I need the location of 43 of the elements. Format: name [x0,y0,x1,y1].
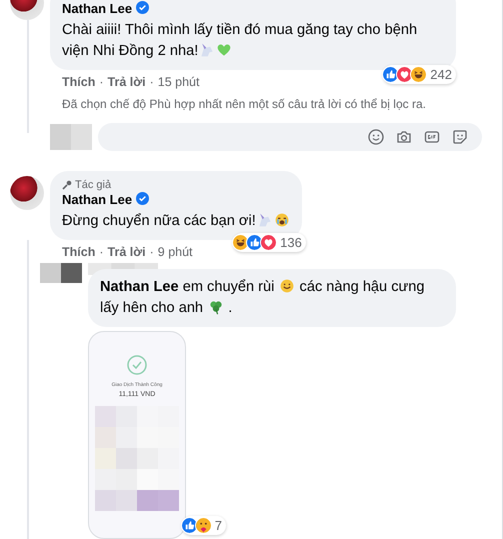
separator-dot: · [99,245,104,259]
comment-action-link[interactable]: Trả lời [108,245,146,259]
reaction-count[interactable]: 242 [383,65,456,84]
filter-notice: Đã chọn chế độ Phù hợp nhất nên một số câu trả lời có thể bị lọc ra. [61,97,426,111]
reply-input-field[interactable] [98,123,482,151]
check-circle-icon [126,354,148,376]
reaction-count[interactable]: 136 [233,233,306,252]
smiling-face-emoji-icon [279,278,296,294]
avatar[interactable] [10,176,44,210]
smiley-icon[interactable] [368,129,384,145]
clover-emoji-icon [208,299,224,315]
gif-icon[interactable] [424,129,440,145]
mention-link[interactable]: Nathan Lee [100,279,179,295]
separator-dot: · [150,245,154,259]
comment-text: Đừng chuyển nữa các bạn ơi! [62,211,290,232]
separator-dot: · [99,75,104,89]
laughing-reaction-icon [410,66,428,83]
like-reaction-icon [180,517,198,534]
author-badge-label: Tác giả [75,179,112,191]
camera-icon[interactable] [396,129,412,145]
unicorn-emoji-icon [256,212,273,228]
comment-action-link[interactable]: Thích [62,75,96,89]
comment-time: 15 phút [158,75,200,89]
comment-action-link[interactable]: Thích [62,245,96,259]
heart-reaction-icon [260,234,278,251]
heart-emoji-icon [216,42,232,58]
comment-time: 9 phút [158,245,193,259]
pixelated-block [40,263,82,283]
verified-badge-icon [136,192,150,205]
verified-badge-icon [136,1,150,14]
microphone-icon [62,180,72,190]
unicorn-emoji-icon [199,42,216,58]
separator-dot: · [150,75,154,89]
comment-action-link[interactable]: Trả lời [108,75,146,89]
comment-text: Nathan Lee em chuyển rùi các nàng hậu cưng lấy hên cho anh . [100,277,426,318]
comment-text: Chài aiiii! Thôi mình lấy tiền đó mua găng tay cho bệnh viện Nhi Đồng 2 nha! [62,21,418,61]
pixelated-block [50,124,92,150]
crying-face-emoji-icon [274,212,290,228]
sticker-icon[interactable] [452,129,468,145]
author-name[interactable]: Nathan Lee [62,192,132,207]
reaction-count[interactable]: 7 [182,516,226,535]
author-name[interactable]: Nathan Lee [62,1,132,16]
hugging-reaction-icon [194,517,212,534]
